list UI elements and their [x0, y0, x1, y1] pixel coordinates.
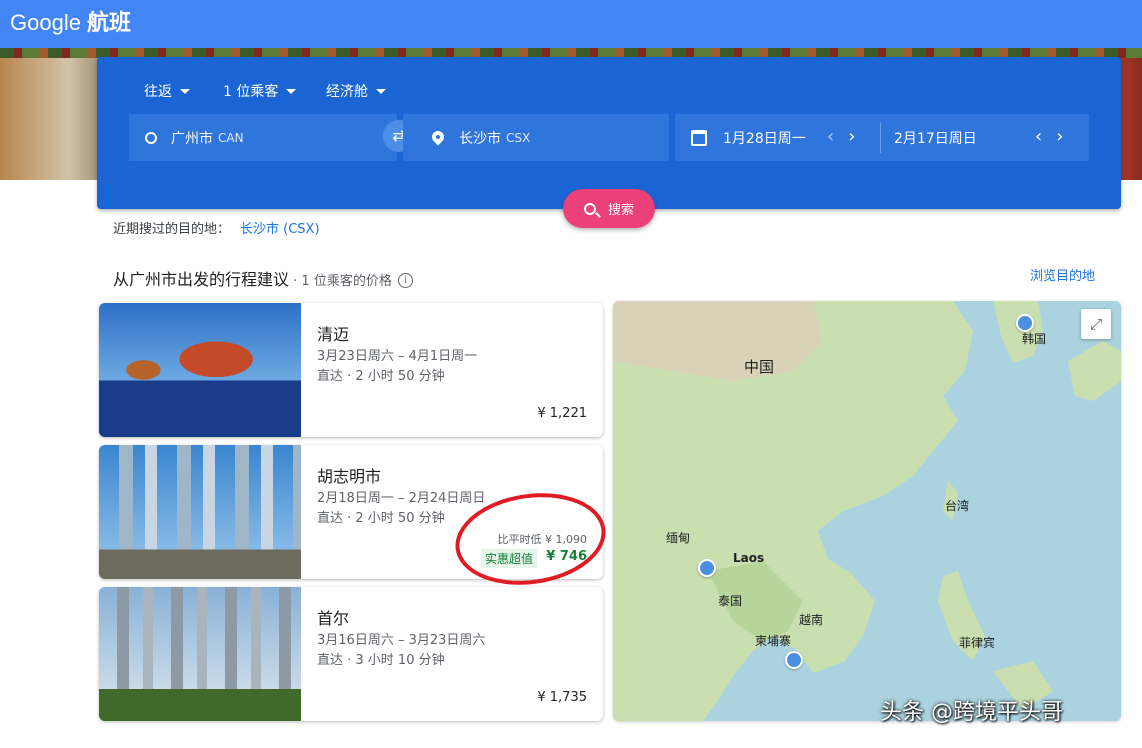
cabin-label: 经济舱 — [326, 84, 368, 100]
next-date-icon[interactable]: › — [848, 126, 855, 147]
origin-code: CAN — [218, 130, 244, 145]
destination-card-seoul[interactable]: 首尔 3月16日周六 – 3月23日周六 直达 · 3 小时 10 分钟 ¥ 1… — [99, 587, 603, 721]
card-dates: 3月23日周六 – 4月1日周一 — [317, 349, 478, 364]
card-price: ¥ 1,735 — [537, 690, 587, 705]
info-icon[interactable]: i — [397, 273, 413, 288]
next-date-icon[interactable]: › — [1056, 126, 1063, 147]
map-label-china: 中国 — [744, 358, 775, 376]
card-duration: 直达 · 2 小时 50 分钟 — [317, 511, 445, 526]
expand-map-icon[interactable]: ⤢ — [1081, 309, 1111, 339]
search-icon — [583, 202, 596, 215]
map-label-laos: Laos — [733, 551, 765, 565]
origin-city: 广州市 — [171, 130, 213, 147]
suggestions-subtitle: · 1 位乘客的价格 — [289, 274, 392, 289]
card-dates: 2月18日周一 – 2月24日周日 — [317, 491, 486, 506]
suggestions-heading: 从广州市出发的行程建议 · 1 位乘客的价格 i — [113, 266, 413, 290]
search-panel: 往返 1 位乘客 经济舱 广州市 CAN ⇄ 长沙市 CSX 1月28日周一 ‹ › … — [97, 57, 1121, 209]
card-duration: 直达 · 2 小时 50 分钟 — [317, 369, 445, 384]
destinations-map[interactable]: 中国 韩国 台湾 缅甸 Laos 泰国 越南 柬埔寨 菲律宾 ⤢ — [613, 301, 1121, 721]
map-label-korea: 韩国 — [1022, 332, 1047, 346]
trip-type-label: 往返 — [144, 84, 172, 100]
map-label-cambodia: 柬埔寨 — [755, 634, 792, 648]
date-divider — [880, 123, 881, 153]
destination-city: 长沙市 — [459, 130, 501, 147]
watermark-text: 头条 @跨境平头哥 — [880, 700, 1063, 725]
card-city: 清迈 — [317, 325, 350, 344]
map-label-myanmar: 缅甸 — [666, 531, 691, 545]
caret-down-icon — [286, 88, 297, 94]
card-dates: 3月16日周六 – 3月23日周六 — [317, 633, 486, 648]
card-city: 胡志明市 — [317, 467, 382, 486]
map-marker-seoul[interactable] — [1016, 314, 1034, 332]
map-marker-chiang-mai[interactable] — [698, 559, 716, 577]
destination-field[interactable]: 长沙市 CSX — [403, 114, 669, 161]
passengers-dropdown[interactable]: 1 位乘客 — [223, 81, 297, 101]
caret-down-icon — [376, 88, 386, 94]
card-duration: 直达 · 3 小时 10 分钟 — [317, 653, 445, 668]
depart-date[interactable]: 1月28日周一 — [723, 128, 806, 148]
map-label-taiwan: 台湾 — [945, 499, 970, 513]
top-app-bar: Google 航班 — [0, 0, 1142, 48]
map-label-philippines: 菲律宾 — [959, 636, 996, 650]
browse-destinations-link[interactable]: 浏览目的地 — [1030, 265, 1095, 284]
trip-type-dropdown[interactable]: 往返 — [144, 81, 190, 101]
recent-destinations: 近期搜过的目的地： 长沙市 (CSX) — [113, 218, 320, 237]
date-field[interactable]: 1月28日周一 — [675, 114, 1089, 161]
search-button-label: 搜索 — [607, 203, 634, 218]
google-flights-logo[interactable]: Google 航班 — [10, 5, 131, 37]
map-label-vietnam: 越南 — [799, 613, 824, 627]
caret-down-icon — [180, 88, 190, 94]
map-label-thailand: 泰国 — [718, 594, 743, 608]
destination-code: CSX — [506, 130, 531, 145]
ho-chi-minh-photo — [99, 445, 301, 579]
origin-field[interactable]: 广州市 CAN — [129, 114, 397, 161]
seoul-photo — [99, 587, 301, 721]
recent-label: 近期搜过的目的地： — [113, 222, 231, 237]
destination-card-chiang-mai[interactable]: 清迈 3月23日周六 – 4月1日周一 直达 · 2 小时 50 分钟 ¥ 1,… — [99, 303, 603, 437]
card-price: ¥ 1,221 — [537, 406, 587, 421]
location-pin-icon — [431, 131, 445, 145]
cabin-dropdown[interactable]: 经济舱 — [326, 81, 386, 101]
recent-destination-link[interactable]: 长沙市 (CSX) — [240, 222, 320, 237]
map-marker-ho-chi-minh[interactable] — [785, 651, 803, 669]
logo-text: Google — [10, 10, 81, 35]
prev-date-icon[interactable]: ‹ — [827, 126, 834, 147]
depart-date-arrows: ‹ › — [827, 126, 855, 147]
suggestions-title: 从广州市出发的行程建议 — [113, 270, 290, 289]
origin-circle-icon — [145, 131, 157, 144]
return-date[interactable]: 2月17日周日 — [894, 128, 977, 148]
prev-date-icon[interactable]: ‹ — [1035, 126, 1042, 147]
map-landmass — [613, 301, 1121, 721]
passengers-label: 1 位乘客 — [223, 84, 279, 100]
return-date-arrows: ‹ › — [1035, 126, 1063, 147]
chiang-mai-photo — [99, 303, 301, 437]
calendar-icon — [691, 129, 707, 146]
search-button[interactable]: 搜索 — [563, 189, 655, 228]
product-name: 航班 — [86, 10, 131, 35]
card-city: 首尔 — [317, 609, 350, 628]
